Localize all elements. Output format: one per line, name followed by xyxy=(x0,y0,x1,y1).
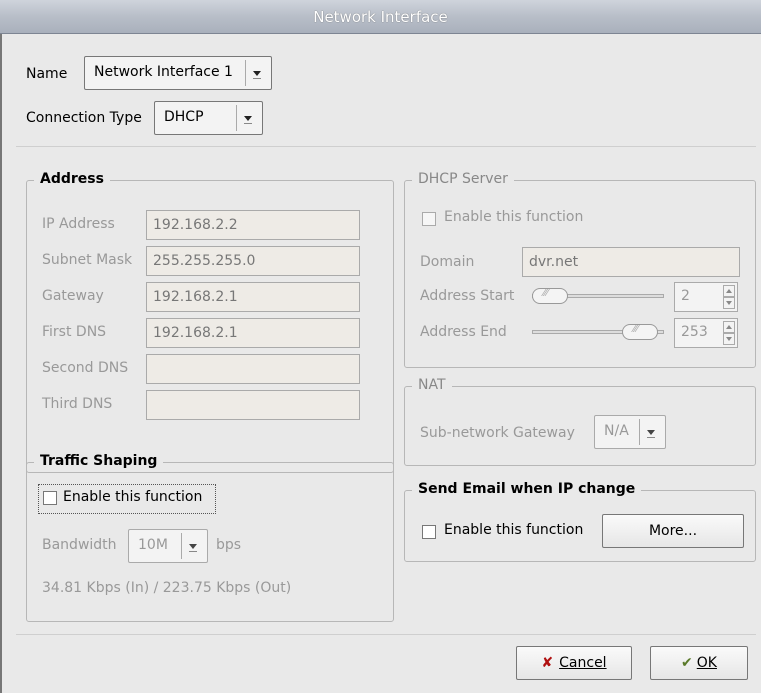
chevron-down-icon xyxy=(236,105,259,131)
window-title-bar[interactable]: Network Interface xyxy=(0,0,761,34)
address-end-spinbox[interactable]: 253 xyxy=(674,318,738,348)
cancel-button[interactable]: ✘ Cancel xyxy=(516,646,632,680)
chevron-down-icon xyxy=(245,60,268,86)
gateway-field[interactable]: 192.168.2.1 xyxy=(146,282,360,312)
address-start-slider-thumb[interactable] xyxy=(532,288,568,304)
ip-address-label: IP Address xyxy=(42,216,115,232)
gateway-label: Gateway xyxy=(42,288,104,304)
spin-up-icon[interactable] xyxy=(723,285,735,297)
address-end-value: 253 xyxy=(681,324,708,340)
dhcp-server-title: DHCP Server xyxy=(412,171,514,187)
bandwidth-unit: bps xyxy=(216,537,242,553)
bandwidth-select[interactable]: 10M xyxy=(128,529,208,563)
domain-field[interactable]: dvr.net xyxy=(522,247,740,277)
more-button[interactable]: More... xyxy=(602,514,744,548)
ok-button[interactable]: ✔ OK xyxy=(650,646,748,680)
separator xyxy=(16,146,756,147)
bandwidth-value: 10M xyxy=(138,537,168,553)
third-dns-label: Third DNS xyxy=(42,396,113,412)
address-start-spinbox[interactable]: 2 xyxy=(674,282,738,312)
subnet-mask-label: Subnet Mask xyxy=(42,252,133,268)
spin-up-icon[interactable] xyxy=(723,321,735,333)
ip-address-field[interactable]: 192.168.2.2 xyxy=(146,210,360,240)
connection-type-value: DHCP xyxy=(164,109,204,125)
address-end-label: Address End xyxy=(420,324,507,340)
ok-button-label: OK xyxy=(696,655,717,671)
dhcp-enable-checkbox[interactable]: Enable this function xyxy=(420,208,620,232)
spin-down-icon[interactable] xyxy=(723,297,735,309)
email-enable-checkbox[interactable]: Enable this function xyxy=(420,520,596,544)
checkbox-icon xyxy=(43,491,57,505)
cancel-button-label: Cancel xyxy=(559,655,607,671)
checkbox-icon xyxy=(422,525,436,539)
connection-type-label: Connection Type xyxy=(26,110,142,126)
subnet-mask-field[interactable]: 255.255.255.0 xyxy=(146,246,360,276)
x-icon: ✘ xyxy=(541,655,554,671)
send-email-title: Send Email when IP change xyxy=(412,481,642,497)
separator xyxy=(16,634,756,635)
traffic-shaping-title: Traffic Shaping xyxy=(34,453,164,469)
checkmark-hand-icon: ✔ xyxy=(681,655,693,671)
traffic-enable-label: Enable this function xyxy=(63,489,203,505)
address-group-title: Address xyxy=(34,171,110,187)
first-dns-field[interactable]: 192.168.2.1 xyxy=(146,318,360,348)
second-dns-field[interactable] xyxy=(146,354,360,384)
name-select-value: Network Interface 1 xyxy=(94,64,233,80)
address-end-slider-thumb[interactable] xyxy=(622,324,658,340)
first-dns-label: First DNS xyxy=(42,324,107,340)
address-start-label: Address Start xyxy=(420,288,515,304)
chevron-down-icon xyxy=(639,419,662,445)
third-dns-field[interactable] xyxy=(146,390,360,420)
sub-network-gateway-select[interactable]: N/A xyxy=(594,415,666,449)
dhcp-enable-label: Enable this function xyxy=(444,209,584,225)
address-start-value: 2 xyxy=(681,288,690,304)
bandwidth-label: Bandwidth xyxy=(42,537,117,553)
checkbox-icon xyxy=(422,212,436,226)
second-dns-label: Second DNS xyxy=(42,360,129,376)
name-label: Name xyxy=(26,66,68,82)
spin-down-icon[interactable] xyxy=(723,333,735,345)
dialog-body: Name Network Interface 1 Connection Type… xyxy=(0,34,761,693)
more-button-label: More... xyxy=(648,523,698,539)
email-enable-label: Enable this function xyxy=(444,522,584,538)
traffic-enable-checkbox[interactable]: Enable this function xyxy=(38,484,216,514)
name-select[interactable]: Network Interface 1 xyxy=(84,56,272,90)
window-title: Network Interface xyxy=(313,8,448,26)
domain-label: Domain xyxy=(420,254,475,270)
nat-title: NAT xyxy=(412,377,452,393)
connection-type-select[interactable]: DHCP xyxy=(154,101,263,135)
traffic-rate-text: 34.81 Kbps (In) / 223.75 Kbps (Out) xyxy=(42,580,292,596)
chevron-down-icon xyxy=(181,533,204,559)
sub-network-gateway-value: N/A xyxy=(604,423,629,439)
sub-network-gateway-label: Sub-network Gateway xyxy=(420,425,575,441)
